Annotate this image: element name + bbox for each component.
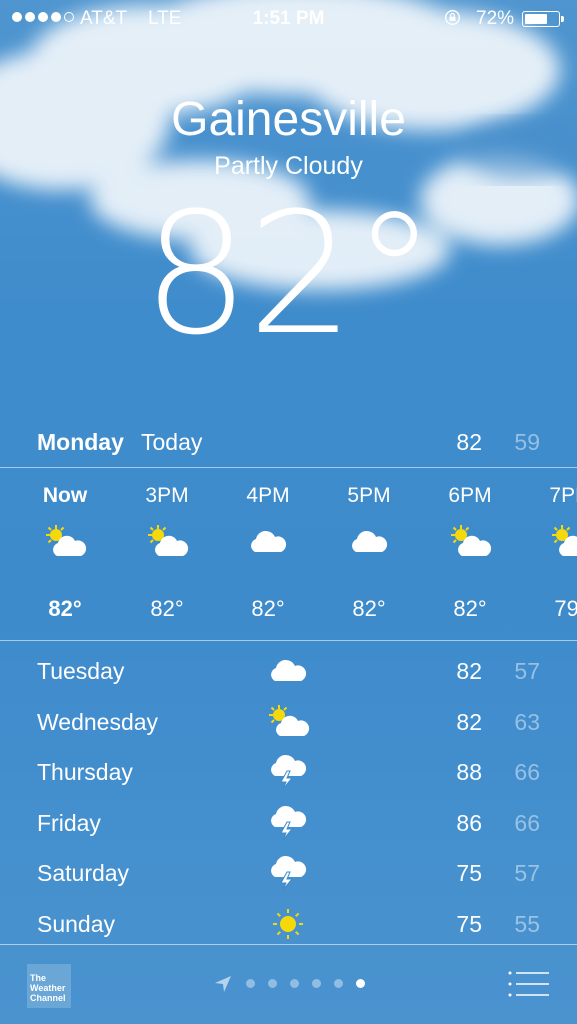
hourly-temp: 82° (48, 596, 82, 621)
day-low: 66 (514, 809, 540, 836)
partly-cloudy-icon (549, 524, 577, 560)
day-name: Friday (37, 809, 101, 836)
day-high: 86 (456, 809, 482, 836)
thunderstorm-icon (266, 855, 310, 891)
day-low: 57 (514, 658, 540, 684)
day-high: 82 (456, 658, 482, 684)
hourly-temp: 79° (554, 596, 577, 621)
page-dot[interactable] (334, 979, 343, 988)
cloud-icon (266, 653, 310, 689)
day-name: Sunday (37, 910, 116, 937)
battery-icon (522, 11, 564, 27)
current-temperature: 82° (142, 176, 437, 372)
daily-row: Friday 86 66 (0, 798, 577, 848)
hourly-forecast-strip[interactable]: Now 82° 3PM 82° 4PM 82° 5PM 82° 6PM 82° 7PM 79° (0, 468, 577, 640)
day-low: 55 (514, 910, 540, 937)
daily-row: Saturday 75 57 (0, 848, 577, 898)
day-low: 57 (514, 860, 540, 886)
hourly-temp: 82° (453, 596, 487, 621)
today-label: Today (141, 429, 203, 455)
page-indicator[interactable] (246, 979, 365, 988)
day-high: 88 (456, 759, 482, 785)
page-dot[interactable] (356, 979, 365, 988)
divider (0, 640, 577, 641)
weather-channel-logo[interactable]: The Weather Channel (27, 964, 71, 1008)
rotation-lock-icon (445, 10, 460, 25)
hourly-time: 3PM (145, 484, 189, 507)
battery-percent: 72% (476, 8, 515, 29)
today-day-name: Monday (37, 429, 124, 455)
today-high: 82 (456, 429, 482, 455)
hourly-time: 4PM (246, 484, 290, 507)
day-high: 75 (456, 910, 482, 937)
city-name: Gainesville (171, 93, 406, 146)
daily-row: Thursday 88 66 (0, 747, 577, 797)
divider (0, 944, 577, 945)
day-low: 66 (514, 759, 540, 785)
day-name: Thursday (37, 759, 133, 785)
partly-cloudy-icon (448, 524, 492, 560)
day-high: 82 (456, 708, 482, 735)
page-dot[interactable] (246, 979, 255, 988)
status-bar: AT&T LTE 1:51 PM 72% (0, 0, 577, 36)
hourly-temp: 82° (150, 596, 184, 621)
day-low: 63 (514, 708, 540, 735)
footer-bar: The Weather Channel (0, 946, 577, 1024)
day-name: Saturday (37, 860, 130, 886)
today-summary-row: Monday Today 82 59 (0, 424, 577, 464)
page-dot[interactable] (290, 979, 299, 988)
day-high: 75 (456, 860, 482, 886)
today-low: 59 (514, 429, 540, 455)
sun-icon (266, 906, 310, 942)
page-dot[interactable] (312, 979, 321, 988)
hourly-temp: 82° (251, 596, 285, 621)
partly-cloudy-icon (266, 704, 310, 740)
hourly-time: 5PM (347, 484, 391, 507)
cloud-icon (347, 524, 391, 560)
hourly-time: 7PM (549, 484, 577, 507)
daily-row: Sunday 75 55 (0, 899, 577, 949)
page-dot[interactable] (268, 979, 277, 988)
hourly-temp: 82° (352, 596, 386, 621)
partly-cloudy-icon (145, 524, 189, 560)
location-arrow-icon[interactable] (213, 974, 233, 994)
partly-cloudy-icon (43, 524, 87, 560)
hourly-time: Now (42, 484, 88, 507)
hourly-time: 6PM (448, 484, 492, 507)
daily-row: Tuesday 82 57 (0, 646, 577, 696)
day-name: Tuesday (37, 658, 125, 684)
cloud-icon (246, 524, 290, 560)
daily-row: Wednesday 82 63 (0, 697, 577, 747)
city-list-icon[interactable] (508, 970, 550, 998)
day-name: Wednesday (37, 708, 159, 735)
thunderstorm-icon (266, 805, 310, 841)
thunderstorm-icon (266, 754, 310, 790)
